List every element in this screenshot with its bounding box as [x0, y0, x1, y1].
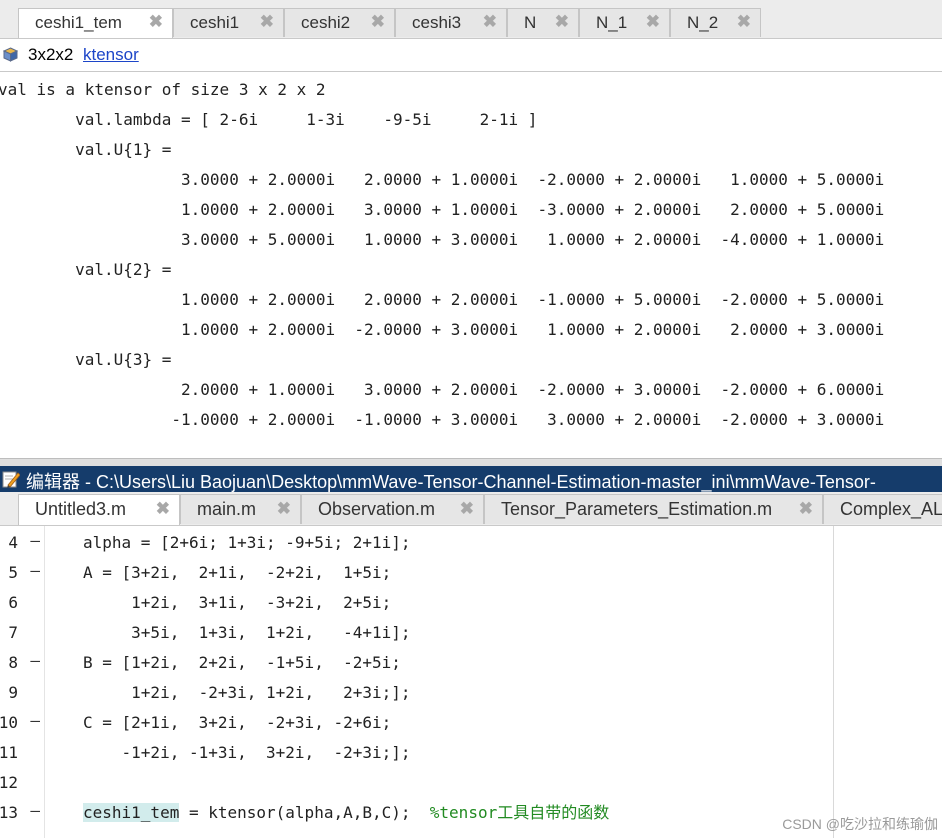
- close-icon[interactable]: ✖: [260, 12, 274, 32]
- breakpoint-dash: —: [30, 561, 40, 580]
- tab-ceshi1[interactable]: ceshi1 ✖: [173, 8, 284, 37]
- close-icon[interactable]: ✖: [277, 499, 291, 519]
- editor-tab-bar: Untitled3.m ✖ main.m ✖ Observation.m ✖ T…: [0, 492, 942, 526]
- highlighted-variable[interactable]: ceshi1_tem: [83, 803, 180, 822]
- tab-label: ceshi3: [412, 13, 462, 32]
- close-icon[interactable]: ✖: [646, 12, 660, 32]
- right-margin-line: [833, 526, 834, 838]
- line-number[interactable]: 11: [0, 738, 44, 768]
- tab-n[interactable]: N ✖: [507, 8, 579, 37]
- variable-info-bar: 3x2x2 ktensor: [0, 39, 942, 72]
- variables-tab-bar: ceshi1_tem ✖ ceshi1 ✖ ceshi2 ✖ ceshi3 ✖ …: [0, 6, 942, 39]
- line-number[interactable]: 10—: [0, 708, 44, 738]
- tab-ceshi2[interactable]: ceshi2 ✖: [284, 8, 395, 37]
- tab-label: N: [524, 13, 537, 32]
- close-icon[interactable]: ✖: [371, 12, 385, 32]
- close-icon[interactable]: ✖: [737, 12, 751, 32]
- code-comment: %tensor工具自带的函数: [429, 803, 610, 822]
- variable-size: 3x2x2: [28, 45, 74, 64]
- close-icon[interactable]: ✖: [483, 12, 497, 32]
- breakpoint-dash: —: [30, 801, 40, 820]
- line-number[interactable]: 4—: [0, 528, 44, 558]
- code-line[interactable]: A = [3+2i, 2+1i, -2+2i, 1+5i;: [83, 563, 391, 583]
- close-icon[interactable]: ✖: [799, 499, 813, 519]
- tab-label: ceshi1: [190, 13, 240, 32]
- line-number[interactable]: 6: [0, 588, 44, 618]
- code-line[interactable]: 3+5i, 1+3i, 1+2i, -4+1i];: [83, 623, 410, 643]
- editor-pencil-icon: [2, 471, 20, 488]
- output-line: val is a ktensor of size 3 x 2 x 2: [0, 80, 326, 99]
- breakpoint-dash: —: [30, 531, 40, 550]
- output-line: 2.0000 + 1.0000i 3.0000 + 2.0000i -2.000…: [0, 380, 885, 399]
- code-line[interactable]: B = [1+2i, 2+2i, -1+5i, -2+5i;: [83, 653, 401, 673]
- output-line: 1.0000 + 2.0000i 2.0000 + 2.0000i -1.000…: [0, 290, 885, 309]
- breakpoint-dash: —: [30, 651, 40, 670]
- close-icon[interactable]: ✖: [555, 12, 569, 32]
- watermark: CSDN @吃沙拉和练瑜伽: [782, 816, 938, 832]
- tab-complex-al[interactable]: Complex_AL: [823, 494, 942, 524]
- tab-n-2[interactable]: N_2 ✖: [670, 8, 761, 37]
- line-number[interactable]: 8—: [0, 648, 44, 678]
- line-number[interactable]: 5—: [0, 558, 44, 588]
- editor-title: 编辑器 - C:\Users\Liu Baojuan\Desktop\mmWav…: [26, 472, 876, 492]
- code-line[interactable]: alpha = [2+6i; 1+3i; -9+5i; 2+1i];: [83, 533, 411, 553]
- tab-label: ceshi2: [301, 13, 351, 32]
- code-text: = ktensor(alpha,A,B,C);: [179, 803, 430, 822]
- code-area[interactable]: alpha = [2+6i; 1+3i; -9+5i; 2+1i]; A = […: [44, 526, 835, 838]
- code-line[interactable]: ceshi1_tem = ktensor(alpha,A,B,C); %tens…: [83, 803, 609, 823]
- tab-label: main.m: [197, 499, 257, 519]
- line-number-gutter: 4— 5— 6 7 8— 9 10— 11 12 13—: [0, 526, 44, 838]
- line-number[interactable]: 7: [0, 618, 44, 648]
- editor-body: 4— 5— 6 7 8— 9 10— 11 12 13— alpha = [2+…: [0, 526, 942, 838]
- output-line: 1.0000 + 2.0000i -2.0000 + 3.0000i 1.000…: [0, 320, 885, 339]
- output-line: 3.0000 + 2.0000i 2.0000 + 1.0000i -2.000…: [0, 170, 885, 189]
- tab-label: ceshi1_tem: [35, 13, 122, 32]
- line-number[interactable]: 12: [0, 768, 44, 798]
- tab-tensor-parameters-estimation[interactable]: Tensor_Parameters_Estimation.m ✖: [484, 494, 823, 524]
- tab-label: Complex_AL: [840, 499, 942, 519]
- class-link[interactable]: ktensor: [83, 45, 139, 65]
- close-icon[interactable]: ✖: [156, 499, 170, 519]
- output-line: val.lambda = [ 2-6i 1-3i -9-5i 2-1i ]: [0, 110, 538, 129]
- variables-pane: ceshi1_tem ✖ ceshi1 ✖ ceshi2 ✖ ceshi3 ✖ …: [0, 0, 942, 458]
- close-icon[interactable]: ✖: [460, 499, 474, 519]
- code-line[interactable]: C = [2+1i, 3+2i, -2+3i, -2+6i;: [83, 713, 391, 733]
- code-line[interactable]: 1+2i, 3+1i, -3+2i, 2+5i;: [83, 593, 391, 613]
- tab-ceshi1-tem[interactable]: ceshi1_tem ✖: [18, 8, 173, 38]
- code-line[interactable]: -1+2i, -1+3i, 3+2i, -2+3i;];: [83, 743, 411, 763]
- tab-ceshi3[interactable]: ceshi3 ✖: [395, 8, 507, 37]
- close-icon[interactable]: ✖: [149, 12, 163, 32]
- editor-title-bar: 编辑器 - C:\Users\Liu Baojuan\Desktop\mmWav…: [0, 466, 942, 492]
- tab-untitled3[interactable]: Untitled3.m ✖: [18, 494, 180, 525]
- tab-label: Observation.m: [318, 499, 436, 519]
- output-line: val.U{1} =: [0, 140, 172, 159]
- output-line: 1.0000 + 2.0000i 3.0000 + 1.0000i -3.000…: [0, 200, 885, 219]
- tab-label: N_2: [687, 13, 719, 32]
- output-line: val.U{2} =: [0, 260, 172, 279]
- code-line[interactable]: 1+2i, -2+3i, 1+2i, 2+3i;];: [83, 683, 410, 703]
- cube-icon: [3, 47, 18, 62]
- editor-pane: 编辑器 - C:\Users\Liu Baojuan\Desktop\mmWav…: [0, 458, 942, 838]
- line-number[interactable]: 13—: [0, 798, 44, 828]
- variable-output: val is a ktensor of size 3 x 2 x 2 val.l…: [0, 72, 942, 452]
- tab-label: Untitled3.m: [35, 499, 127, 519]
- tab-n-1[interactable]: N_1 ✖: [579, 8, 670, 37]
- line-number[interactable]: 9: [0, 678, 44, 708]
- tab-label: N_1: [596, 13, 628, 32]
- tab-main[interactable]: main.m ✖: [180, 494, 301, 524]
- output-line: val.U{3} =: [0, 350, 172, 369]
- output-line: -1.0000 + 2.0000i -1.0000 + 3.0000i 3.00…: [0, 410, 885, 429]
- output-line: 3.0000 + 5.0000i 1.0000 + 3.0000i 1.0000…: [0, 230, 885, 249]
- tab-label: Tensor_Parameters_Estimation.m: [501, 499, 773, 519]
- tab-observation[interactable]: Observation.m ✖: [301, 494, 484, 524]
- breakpoint-dash: —: [30, 711, 40, 730]
